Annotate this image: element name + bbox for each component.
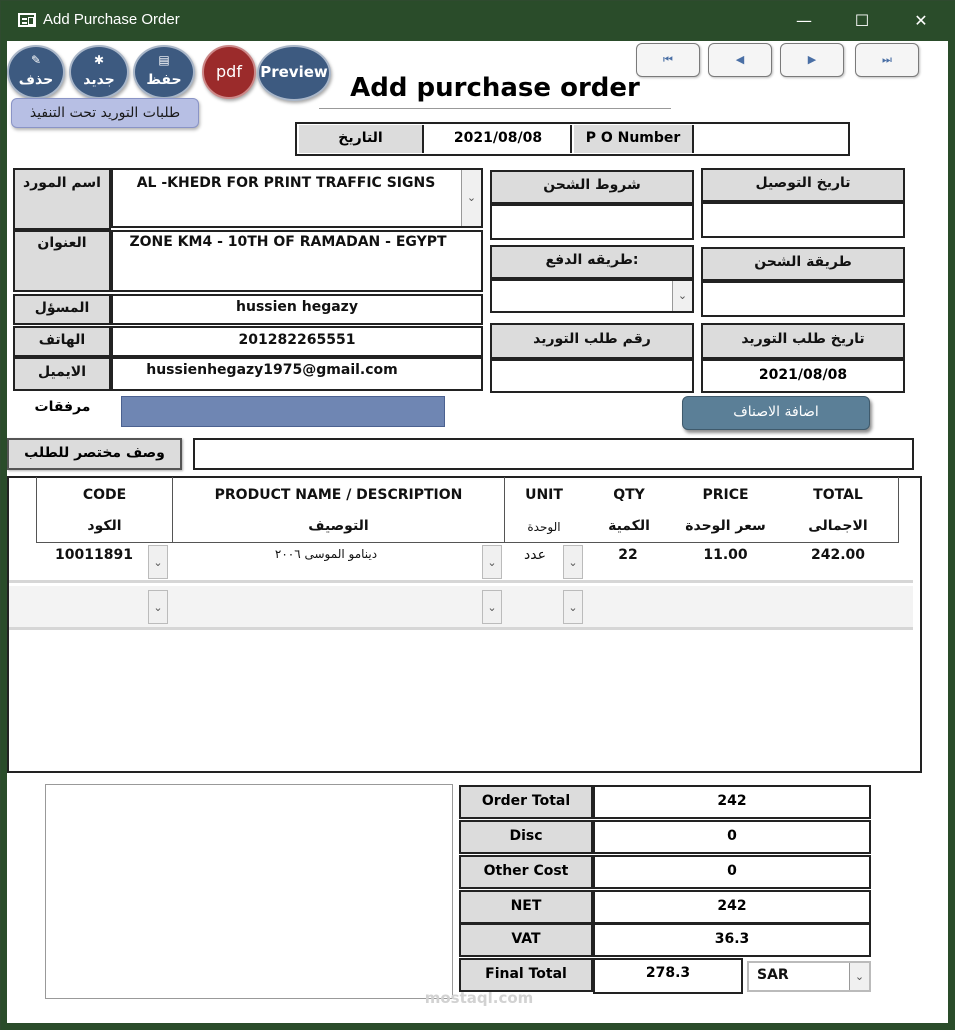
payment-dropdown-icon[interactable]: ⌄ [672, 281, 692, 311]
email-field[interactable]: hussienhegazy1975@gmail.com [111, 357, 483, 391]
col-unit-header: UNIT [525, 487, 563, 503]
col-price-header-ar: سعر الوحدة [685, 518, 766, 534]
order-total-label: Order Total [459, 785, 593, 819]
shipping-method-field[interactable] [701, 281, 905, 317]
notes-box[interactable] [45, 784, 453, 999]
code-dropdown-icon[interactable]: ⌄ [148, 545, 168, 579]
request-date-field[interactable]: 2021/08/08 [701, 359, 905, 393]
delete-button[interactable]: ✎ حذف [7, 45, 65, 99]
col-description-header-ar: التوصيف [308, 518, 369, 534]
new-button[interactable]: ✱ جديد [69, 45, 129, 99]
row-description[interactable]: دينامو الموسى ٢٠٠٦ [173, 547, 479, 561]
col-qty-header-ar: الكمية [608, 518, 650, 534]
col-description-header: PRODUCT NAME / DESCRIPTION [214, 487, 463, 503]
phone-label: الهاتف [13, 326, 111, 357]
short-description-field[interactable] [193, 438, 914, 470]
row-qty[interactable]: 22 [585, 547, 671, 563]
po-number-field[interactable] [696, 125, 846, 153]
row-unit[interactable]: عدد [507, 547, 563, 563]
request-number-field[interactable] [490, 359, 694, 393]
shipping-method-label: طريقة الشحن [701, 247, 905, 281]
shipping-terms-field[interactable] [490, 204, 694, 240]
currency-select[interactable]: SAR ⌄ [747, 961, 871, 992]
next-record-button[interactable]: ▶ [780, 43, 844, 77]
first-record-button[interactable]: ⏮ [636, 43, 700, 77]
close-button[interactable]: ✕ [898, 1, 944, 41]
net-value[interactable]: 242 [593, 890, 871, 924]
pending-orders-button[interactable]: طلبات التوريد تحت التنفيذ [11, 98, 199, 128]
pdf-button[interactable]: pdf [202, 45, 256, 99]
page-title: Add purchase order [319, 73, 671, 109]
address-label: العنوان [13, 230, 111, 292]
grid-divider [898, 477, 899, 543]
currency-dropdown-icon[interactable]: ⌄ [849, 963, 869, 990]
description-dropdown-icon[interactable]: ⌄ [482, 590, 502, 624]
new-icon: ✱ [93, 53, 105, 67]
net-label: NET [459, 890, 593, 924]
row-total[interactable]: 242.00 [778, 547, 898, 563]
disc-label: Disc [459, 820, 593, 854]
contact-label: المسؤل [13, 294, 111, 325]
watermark: mostaql.com [424, 989, 534, 1007]
vat-value[interactable]: 36.3 [593, 923, 871, 957]
window-border-right [948, 41, 955, 1030]
minimize-button[interactable]: — [781, 1, 827, 41]
save-button[interactable]: ▤ حفظ [133, 45, 195, 99]
description-dropdown-icon[interactable]: ⌄ [482, 545, 502, 579]
row-price[interactable]: 11.00 [673, 547, 778, 563]
prev-record-button[interactable]: ◀ [708, 43, 772, 77]
other-cost-label: Other Cost [459, 855, 593, 889]
supplier-dropdown-icon[interactable]: ⌄ [461, 170, 481, 226]
col-qty-header: QTY [613, 487, 645, 503]
email-label: الايميل [13, 357, 111, 391]
unit-dropdown-icon[interactable]: ⌄ [563, 545, 583, 579]
order-total-value[interactable]: 242 [593, 785, 871, 819]
date-field[interactable]: 2021/08/08 [426, 125, 572, 153]
payment-method-field[interactable]: ⌄ [490, 279, 694, 313]
contact-field[interactable]: hussien hegazy [111, 294, 483, 325]
date-label: التاريخ [299, 125, 424, 153]
new-record-row[interactable] [9, 586, 913, 630]
address-field[interactable]: ZONE KM4 - 10TH OF RAMADAN - EGYPT [111, 230, 483, 292]
vat-label: VAT [459, 923, 593, 957]
shipping-terms-label: شروط الشحن [490, 170, 694, 204]
col-code-header-ar: الكود [87, 518, 122, 534]
window-title: Add Purchase Order [43, 11, 180, 28]
disc-value[interactable]: 0 [593, 820, 871, 854]
delivery-date-field[interactable] [701, 202, 905, 238]
title-bar: Add Purchase Order — ☐ ✕ [1, 1, 955, 41]
row-code[interactable]: 10011891 [55, 547, 145, 563]
code-dropdown-icon[interactable]: ⌄ [148, 590, 168, 624]
delivery-date-label: تاريخ التوصيل [701, 168, 905, 202]
col-code-header: CODE [82, 487, 127, 503]
save-icon: ▤ [158, 53, 170, 67]
short-description-label: وصف مختصر للطلب [7, 438, 182, 470]
attachments-field[interactable] [121, 396, 445, 427]
maximize-button[interactable]: ☐ [839, 1, 885, 41]
col-total-header-ar: الاجمالى [808, 518, 868, 534]
request-date-label: تاريخ طلب التوريد [701, 323, 905, 359]
request-number-label: رقم طلب التوريد [490, 323, 694, 359]
supplier-name-label: اسم المورد [13, 168, 111, 230]
attachments-label: مرفقات [34, 399, 91, 415]
col-total-header: TOTAL [813, 487, 863, 503]
phone-field[interactable]: 201282265551 [111, 326, 483, 357]
app-window: Add Purchase Order — ☐ ✕ ✎ حذف ✱ جديد ▤ … [0, 0, 955, 1030]
form-icon [18, 13, 36, 27]
payment-method-label: طريقه الدفع: [490, 245, 694, 279]
po-number-label: P O Number [574, 125, 694, 153]
currency-value: SAR [757, 967, 789, 983]
delete-icon: ✎ [30, 53, 42, 67]
final-total-label: Final Total [459, 958, 593, 992]
supplier-name-field[interactable]: AL -KHEDR FOR PRINT TRAFFIC SIGNS ⌄ [111, 168, 483, 228]
last-record-button[interactable]: ⏭ [855, 43, 919, 77]
other-cost-value[interactable]: 0 [593, 855, 871, 889]
col-price-header: PRICE [702, 487, 749, 503]
window-border-bottom [1, 1023, 955, 1030]
unit-dropdown-icon[interactable]: ⌄ [563, 590, 583, 624]
add-items-button[interactable]: اضافة الاصناف [682, 396, 870, 430]
col-unit-header-ar: الوحدة [527, 520, 561, 534]
final-total-value[interactable]: 278.3 [593, 958, 743, 994]
